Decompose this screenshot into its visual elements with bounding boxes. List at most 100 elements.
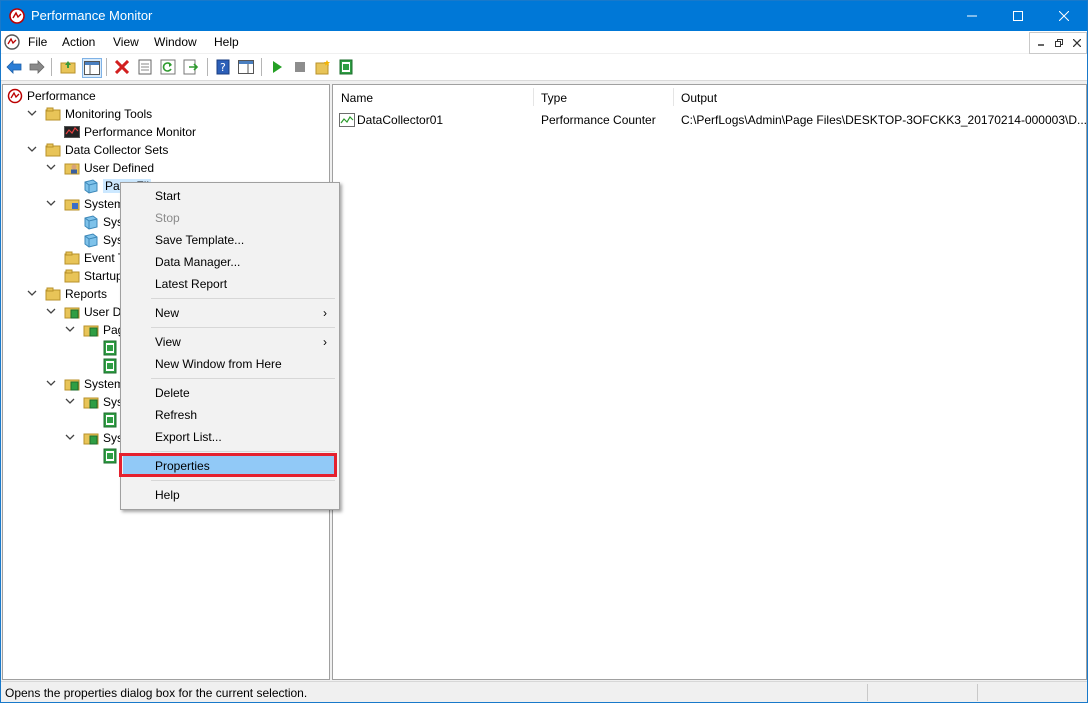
system-menu-icon[interactable] (4, 34, 20, 50)
row-name: DataCollector01 (357, 113, 444, 127)
svg-text:?: ? (220, 61, 226, 74)
report-folder-icon (64, 307, 80, 319)
tree-item[interactable]: User Defined (3, 159, 327, 177)
performance-app-icon (9, 8, 25, 24)
stop-icon (295, 62, 305, 72)
tree-item[interactable]: Monitoring Tools (3, 105, 327, 123)
column-header-name[interactable]: Name (333, 85, 533, 109)
data-collector-icon (84, 179, 98, 194)
toolbar-separator (261, 58, 262, 76)
menu-file[interactable]: File (28, 35, 47, 49)
report-icon (339, 59, 353, 75)
start-button[interactable] (268, 58, 286, 76)
chevron-down-icon[interactable] (45, 305, 57, 317)
ctx-label: Delete (155, 386, 190, 400)
tree-item-label: System (84, 377, 125, 391)
restore-icon (1055, 39, 1063, 47)
menu-help[interactable]: Help (214, 35, 239, 49)
column-header-label: Output (681, 91, 718, 105)
chevron-down-icon[interactable] (26, 107, 38, 119)
play-icon (273, 61, 282, 73)
chevron-down-icon[interactable] (45, 377, 57, 389)
ctx-label: Save Template... (155, 233, 245, 247)
ctx-view[interactable]: View › (123, 331, 337, 353)
action-pane-icon (238, 60, 254, 74)
ctx-export-list[interactable]: Export List... (123, 426, 337, 448)
properties-toolbar-button[interactable] (136, 58, 154, 76)
menu-window[interactable]: Window (154, 35, 197, 49)
help-toolbar-button[interactable]: ? (214, 58, 232, 76)
ctx-label: Refresh (155, 408, 198, 422)
title-bar[interactable]: Performance Monitor (1, 1, 1087, 31)
chevron-down-icon[interactable] (64, 395, 76, 407)
tree-item[interactable]: Data Collector Sets (3, 141, 327, 159)
refresh-toolbar-button[interactable] (159, 58, 177, 76)
toolbar-separator (207, 58, 208, 76)
column-header-type[interactable]: Type (533, 85, 673, 109)
ctx-delete[interactable]: Delete (123, 382, 337, 404)
menu-bar: File Action View Window Help (1, 31, 1087, 54)
new-collector-button[interactable] (314, 58, 332, 76)
tree-item[interactable]: Performance (3, 87, 327, 105)
ctx-refresh[interactable]: Refresh (123, 404, 337, 426)
ctx-start[interactable]: Start (123, 185, 337, 207)
minimize-icon (1038, 44, 1044, 46)
minimize-button[interactable] (949, 1, 995, 31)
ctx-stop[interactable]: Stop (123, 207, 337, 229)
close-icon (1073, 39, 1081, 47)
ctx-label: Stop (155, 211, 180, 225)
show-hide-console-tree-button[interactable] (82, 58, 102, 78)
column-header-output[interactable]: Output (673, 85, 1083, 109)
chevron-down-icon[interactable] (64, 323, 76, 335)
status-divider (977, 684, 978, 701)
tree-item-label: User Defined (84, 161, 155, 175)
latest-report-button[interactable] (337, 58, 355, 76)
mdi-minimize-button[interactable] (1032, 34, 1050, 52)
properties-icon (138, 59, 152, 75)
table-row[interactable]: DataCollector01 Performance Counter C:\P… (333, 109, 1087, 129)
maximize-button[interactable] (995, 1, 1041, 31)
system-folder-icon (64, 199, 80, 211)
show-hide-action-pane-button[interactable] (237, 58, 255, 76)
report-icon (103, 340, 117, 356)
report-folder-icon (83, 433, 99, 445)
menu-action[interactable]: Action (62, 35, 95, 49)
column-header-label: Name (341, 91, 374, 105)
up-folder-button[interactable] (59, 58, 77, 76)
export-list-button[interactable] (182, 58, 200, 76)
forward-button[interactable] (28, 58, 46, 76)
ctx-label: Export List... (155, 430, 222, 444)
chevron-down-icon[interactable] (45, 197, 57, 209)
mdi-close-button[interactable] (1068, 34, 1086, 52)
folder-icon (45, 287, 61, 301)
tree-item-label: Monitoring Tools (65, 107, 153, 121)
ctx-new[interactable]: New › (123, 302, 337, 324)
column-header-label: Type (541, 91, 568, 105)
close-button[interactable] (1041, 1, 1087, 31)
row-output: C:\PerfLogs\Admin\Page Files\DESKTOP-3OF… (681, 113, 1087, 127)
stop-button[interactable] (291, 58, 309, 76)
data-collector-icon (84, 233, 98, 248)
performance-icon (7, 88, 23, 104)
chevron-down-icon[interactable] (26, 287, 38, 299)
tree-item-label: Reports (65, 287, 108, 301)
ctx-label: New Window from Here (155, 357, 282, 371)
ctx-save-template[interactable]: Save Template... (123, 229, 337, 251)
ctx-data-manager[interactable]: Data Manager... (123, 251, 337, 273)
mdi-restore-button[interactable] (1050, 34, 1068, 52)
chevron-down-icon[interactable] (64, 431, 76, 443)
chevron-down-icon[interactable] (45, 161, 57, 173)
delete-button[interactable] (113, 58, 131, 76)
back-button[interactable] (5, 58, 23, 76)
menu-view[interactable]: View (113, 35, 139, 49)
folder-icon (64, 251, 80, 265)
tree-item[interactable]: Performance Monitor (3, 123, 327, 141)
delete-x-icon (115, 60, 129, 74)
ctx-new-window-from-here[interactable]: New Window from Here (123, 353, 337, 375)
chevron-down-icon[interactable] (26, 143, 38, 155)
ctx-help[interactable]: Help (123, 484, 337, 506)
report-folder-icon (83, 397, 99, 409)
ctx-latest-report[interactable]: Latest Report (123, 273, 337, 295)
status-divider (867, 684, 868, 701)
forward-arrow-icon (29, 60, 45, 74)
